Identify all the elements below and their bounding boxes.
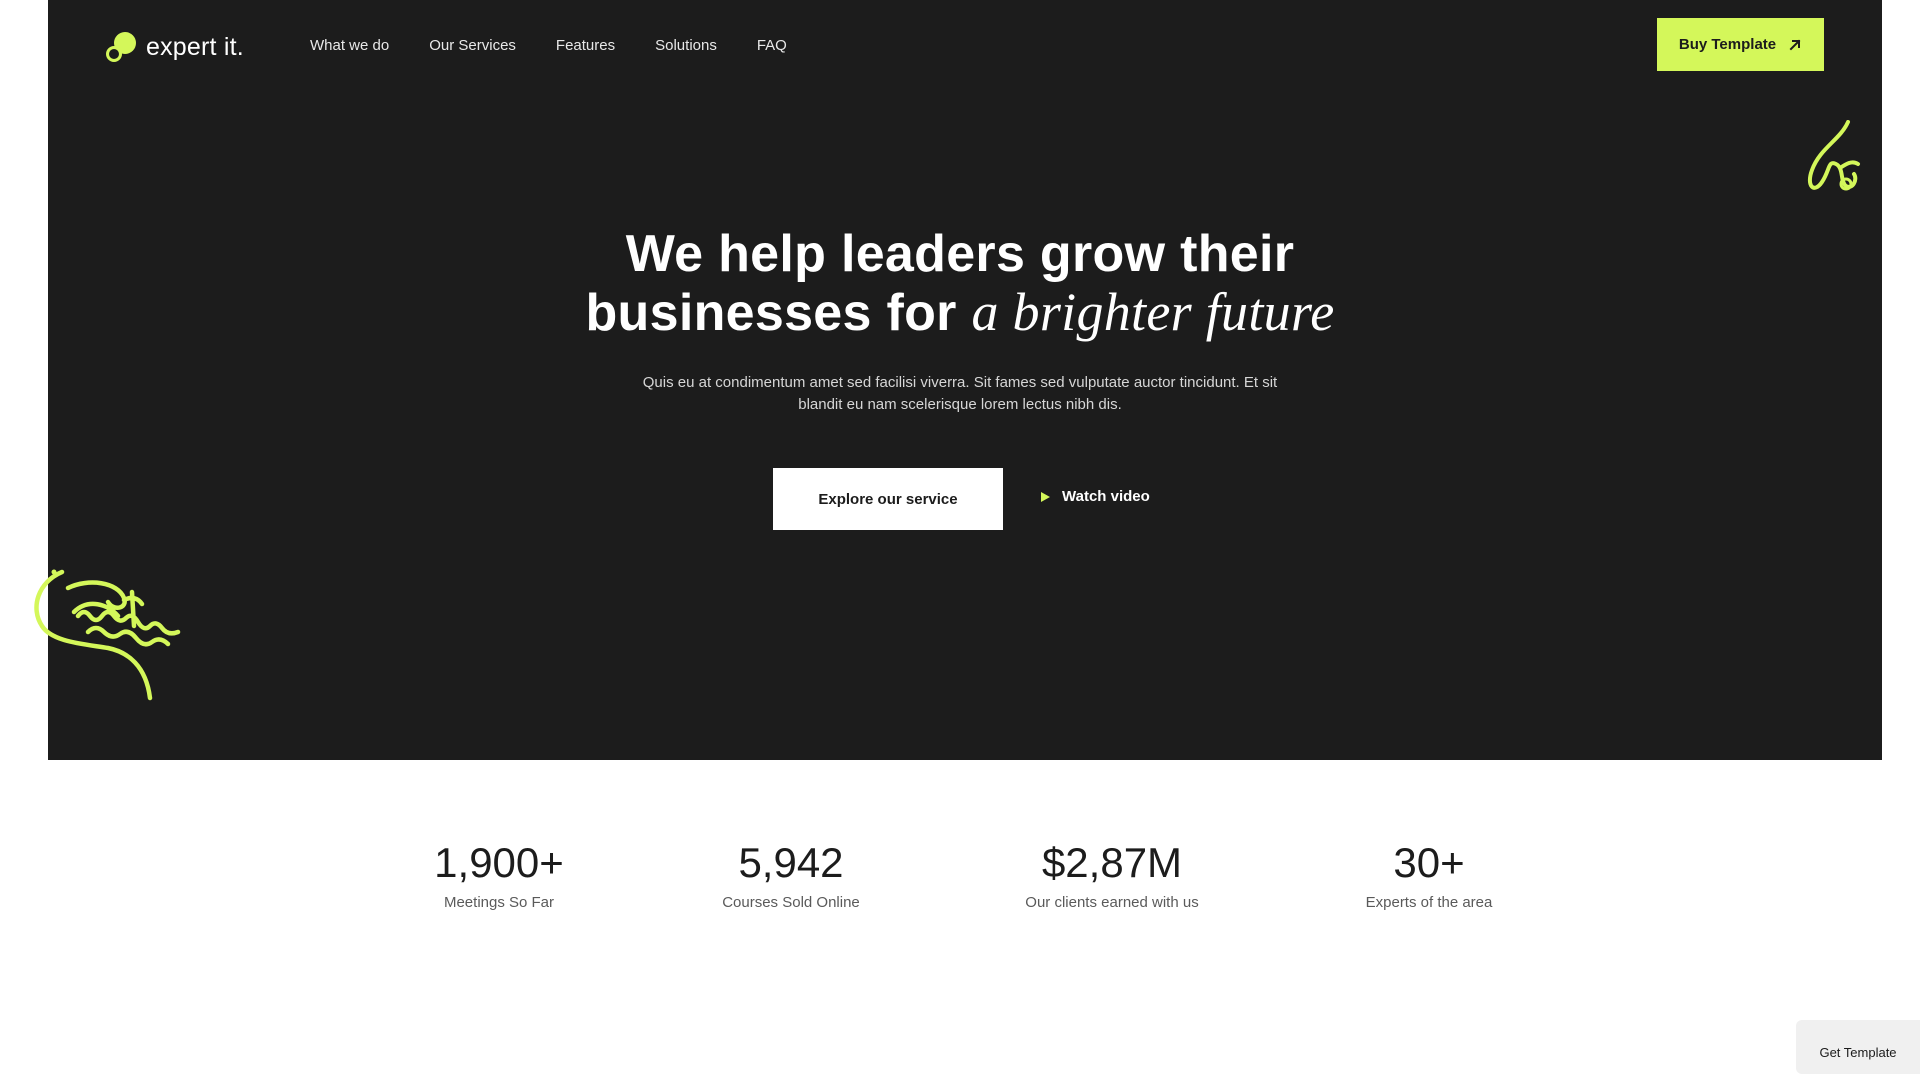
stat-earnings: $2,87M Our clients earned with us bbox=[982, 838, 1242, 911]
arrow-up-right-icon bbox=[1789, 39, 1801, 50]
get-template-button[interactable]: Get Template bbox=[1796, 1020, 1920, 1074]
stat-experts: 30+ Experts of the area bbox=[1299, 838, 1559, 911]
stat-label: Our clients earned with us bbox=[1025, 894, 1199, 911]
decorative-scribble-icon bbox=[34, 569, 181, 701]
stat-label: Courses Sold Online bbox=[722, 894, 860, 911]
hero-headline: We help leaders grow their businesses fo… bbox=[0, 225, 1920, 342]
nav-item-faq[interactable]: FAQ bbox=[757, 37, 787, 54]
stat-value: 5,942 bbox=[738, 839, 844, 886]
nav-item-our-services[interactable]: Our Services bbox=[429, 37, 516, 54]
stat-value: 30+ bbox=[1393, 839, 1465, 886]
hero-subtitle: Quis eu at condimentum amet sed facilisi… bbox=[642, 374, 1278, 413]
main-nav: What we do Our Services Features Solutio… bbox=[310, 37, 787, 54]
stat-meetings: 1,900+ Meetings So Far bbox=[369, 838, 629, 911]
watch-video-button[interactable]: Watch video bbox=[1041, 488, 1150, 505]
headline-line-1: We help leaders grow their bbox=[625, 225, 1295, 283]
buy-template-label: Buy Template bbox=[1678, 36, 1777, 53]
nav-item-features[interactable]: Features bbox=[556, 37, 615, 54]
stat-label: Experts of the area bbox=[1365, 894, 1493, 911]
decorative-doodle-icon bbox=[1807, 120, 1860, 191]
play-icon bbox=[1041, 491, 1050, 502]
brand-name: expert it. bbox=[146, 32, 244, 61]
logo-circles-icon bbox=[106, 32, 136, 62]
brand-logo[interactable]: expert it. bbox=[106, 32, 244, 62]
headline-line-2: businesses for bbox=[585, 284, 972, 342]
watch-video-label: Watch video bbox=[1062, 488, 1150, 505]
stat-label: Meetings So Far bbox=[443, 894, 555, 911]
buy-template-button[interactable]: Buy Template bbox=[1657, 18, 1824, 71]
nav-item-what-we-do[interactable]: What we do bbox=[310, 37, 389, 54]
stat-courses: 5,942 Courses Sold Online bbox=[661, 838, 921, 911]
explore-service-button[interactable]: Explore our service bbox=[773, 468, 1003, 530]
stat-value: $2,87M bbox=[1041, 839, 1183, 886]
stat-value: 1,900+ bbox=[434, 839, 564, 886]
headline-accent: a brighter future bbox=[971, 282, 1335, 342]
nav-item-solutions[interactable]: Solutions bbox=[655, 37, 717, 54]
